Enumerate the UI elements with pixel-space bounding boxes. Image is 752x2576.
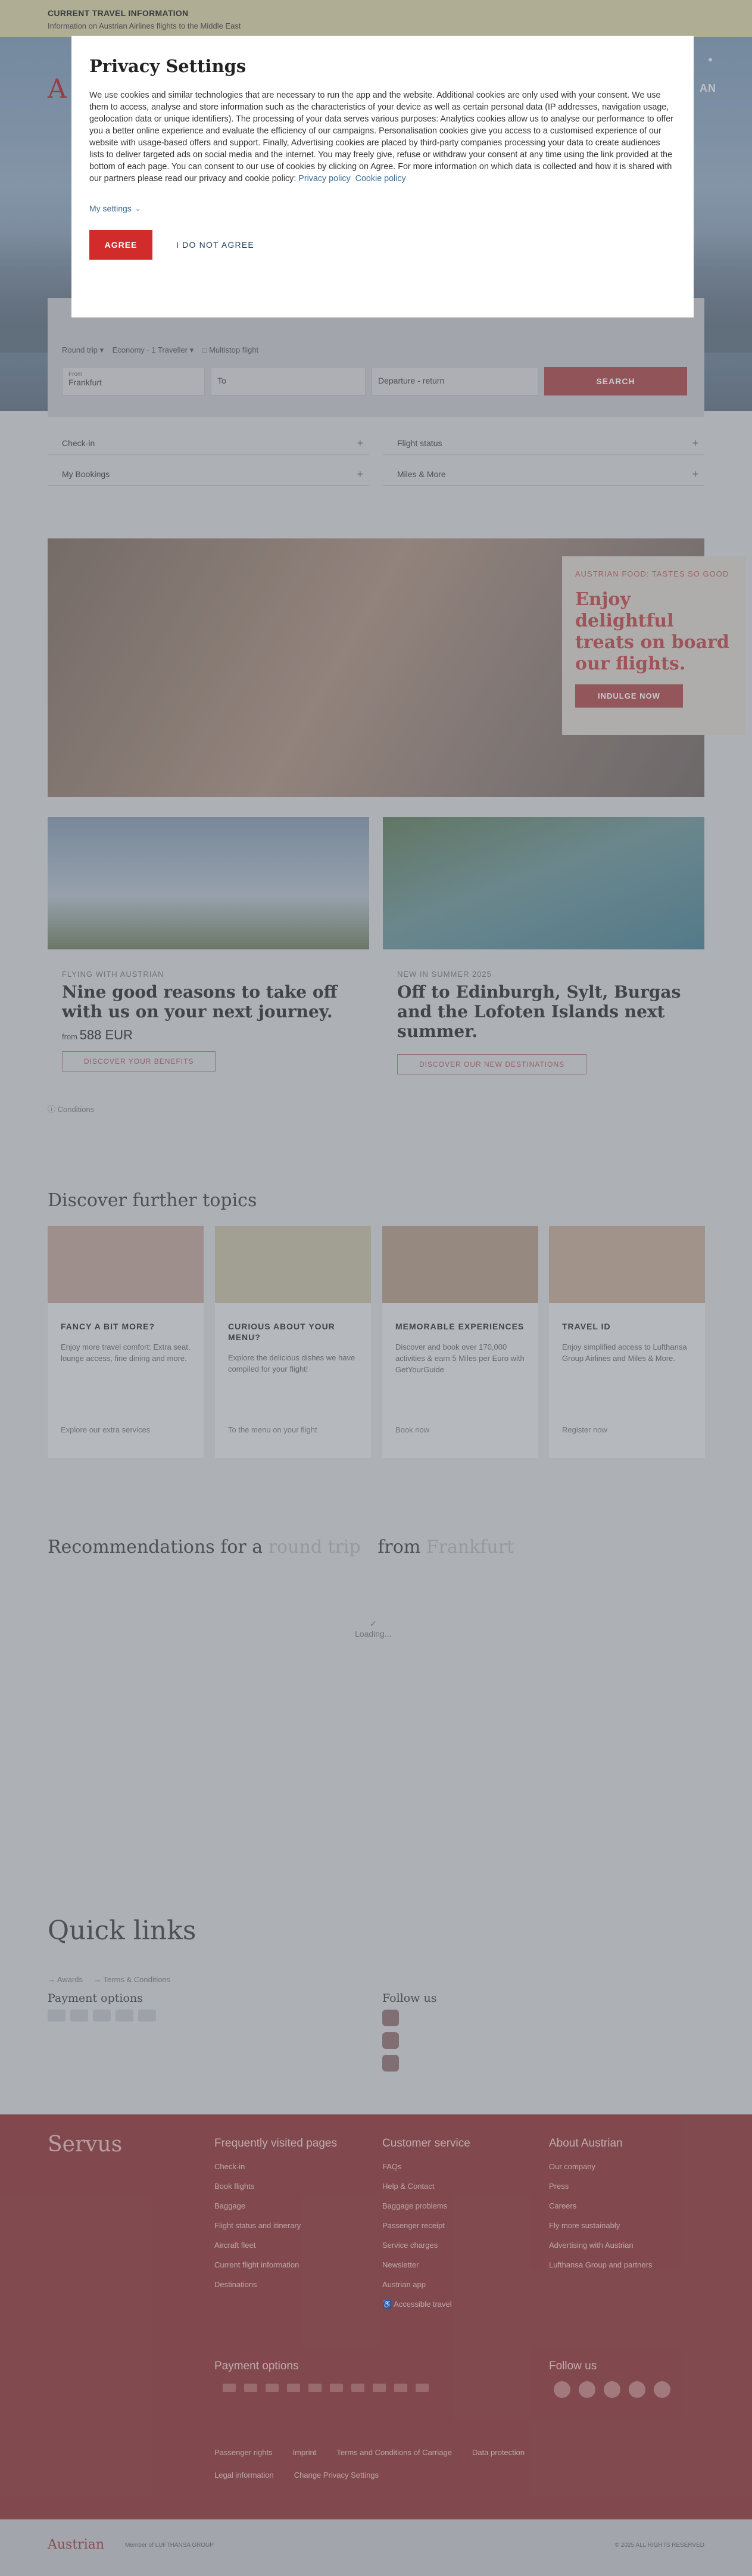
dialog-body-text: We use cookies and similar technologies …: [89, 91, 673, 183]
dialog-body: We use cookies and similar technologies …: [89, 89, 676, 185]
dialog-title: Privacy Settings: [89, 56, 246, 76]
my-settings-label: My settings: [89, 204, 132, 213]
modal-overlay: [0, 0, 752, 2576]
agree-button[interactable]: AGREE: [89, 230, 152, 260]
cookie-policy-link[interactable]: Cookie policy: [355, 174, 406, 183]
disagree-button[interactable]: I DO NOT AGREE: [176, 240, 254, 250]
my-settings-toggle[interactable]: My settings ⌄: [89, 204, 676, 213]
privacy-settings-dialog: Privacy Settings We use cookies and simi…: [71, 36, 694, 317]
chevron-down-icon: ⌄: [135, 205, 141, 213]
privacy-policy-link[interactable]: Privacy policy: [298, 174, 350, 183]
